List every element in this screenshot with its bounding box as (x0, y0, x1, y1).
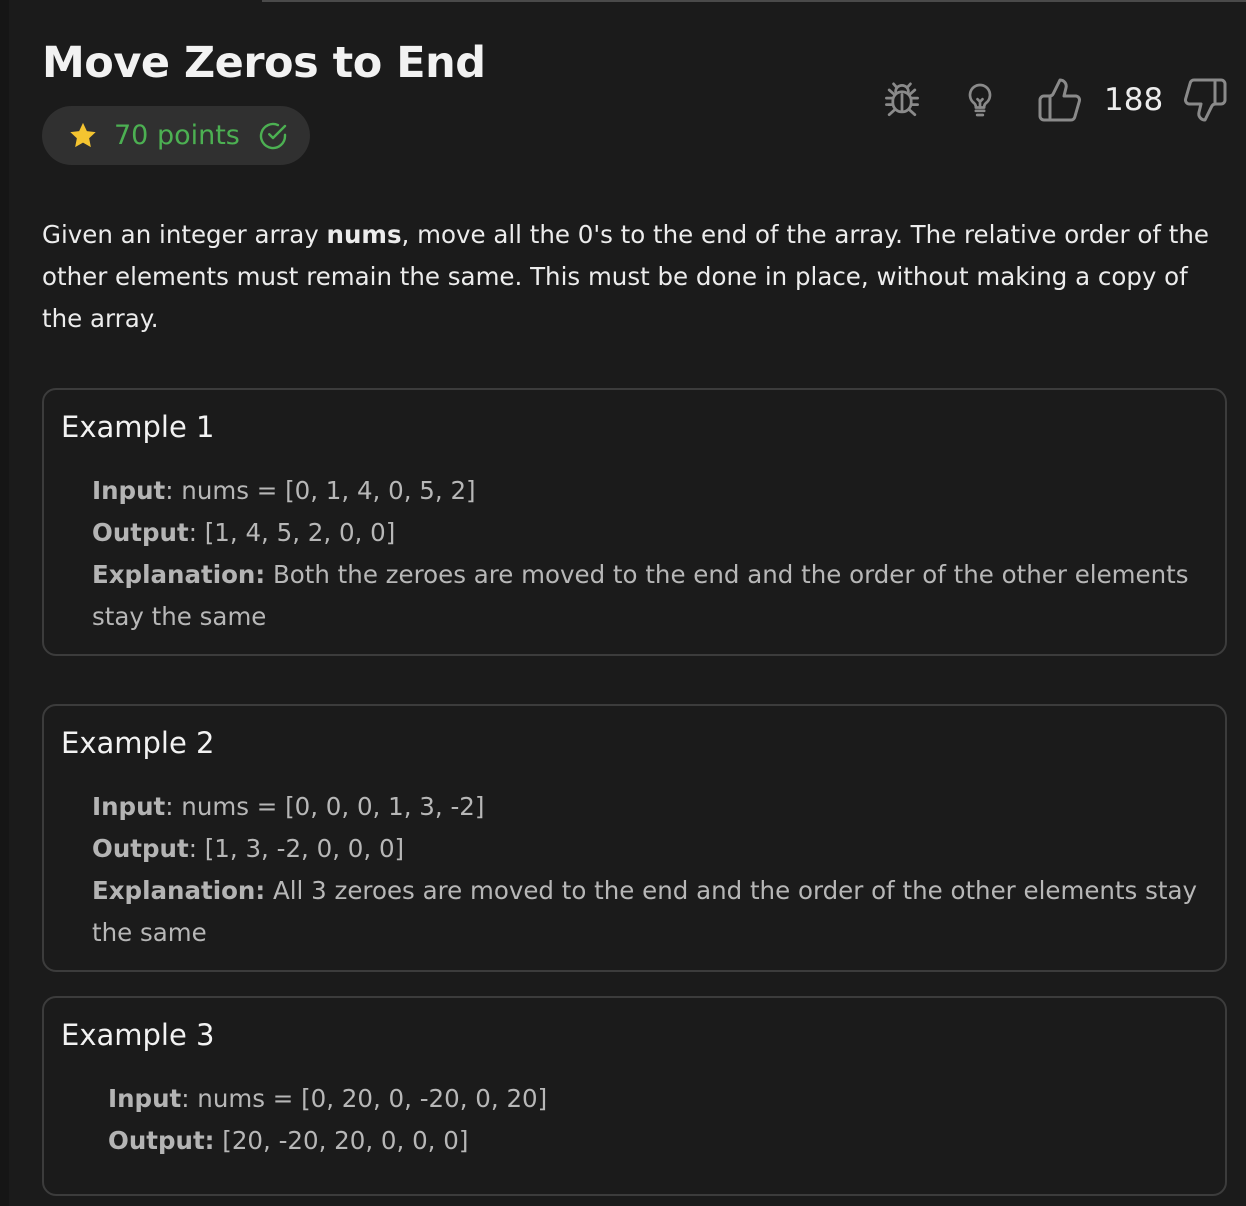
example-output: Output: [20, -20, 20, 0, 0, 0] (108, 1120, 1218, 1162)
example-body: Input: nums = [0, 20, 0, -20, 0, 20] Out… (108, 1078, 1218, 1162)
output-label: Output: (108, 1126, 215, 1155)
description-keyword: nums (326, 220, 402, 249)
thumbs-down-icon (1184, 78, 1227, 122)
dislike-button[interactable] (1180, 76, 1230, 124)
input-label: Input (92, 476, 166, 505)
lightbulb-icon (968, 83, 992, 117)
input-value: : nums = [0, 20, 0, -20, 0, 20] (181, 1084, 548, 1113)
example-card: Example 3 Input: nums = [0, 20, 0, -20, … (42, 996, 1227, 1196)
example-body: Input: nums = [0, 1, 4, 0, 5, 2] Output:… (92, 470, 1202, 638)
example-input: Input: nums = [0, 0, 0, 1, 3, -2] (92, 786, 1202, 828)
output-value: : [1, 3, -2, 0, 0, 0] (188, 834, 405, 863)
bug-icon (885, 82, 919, 117)
problem-actions (0, 76, 1246, 126)
input-label: Input (92, 792, 166, 821)
report-bug-button[interactable] (878, 76, 926, 124)
input-value: : nums = [0, 1, 4, 0, 5, 2] (165, 476, 476, 505)
example-explanation: Explanation: Both the zeroes are moved t… (92, 554, 1202, 638)
input-value: : nums = [0, 0, 0, 1, 3, -2] (165, 792, 485, 821)
example-input: Input: nums = [0, 1, 4, 0, 5, 2] (92, 470, 1202, 512)
like-count: 188 (1104, 82, 1164, 118)
output-label: Output (92, 834, 189, 863)
left-edge-panel (0, 0, 9, 1206)
hint-button[interactable] (957, 76, 1003, 124)
example-input: Input: nums = [0, 20, 0, -20, 0, 20] (108, 1078, 1218, 1120)
example-title: Example 3 (61, 1018, 215, 1052)
explanation-label: Explanation: (92, 560, 266, 589)
example-body: Input: nums = [0, 0, 0, 1, 3, -2] Output… (92, 786, 1202, 954)
example-output: Output: [1, 3, -2, 0, 0, 0] (92, 828, 1202, 870)
example-explanation: Explanation: All 3 zeroes are moved to t… (92, 870, 1202, 954)
output-label: Output (92, 518, 189, 547)
example-card: Example 1 Input: nums = [0, 1, 4, 0, 5, … (42, 388, 1227, 656)
example-card: Example 2 Input: nums = [0, 0, 0, 1, 3, … (42, 704, 1227, 972)
example-output: Output: [1, 4, 5, 2, 0, 0] (92, 512, 1202, 554)
example-title: Example 1 (61, 410, 215, 444)
output-value: [20, -20, 20, 0, 0, 0] (214, 1126, 469, 1155)
thumbs-up-icon (1038, 78, 1081, 122)
example-title: Example 2 (61, 726, 215, 760)
explanation-label: Explanation: (92, 876, 266, 905)
problem-description: Given an integer array nums, move all th… (42, 214, 1222, 340)
top-divider (262, 0, 1246, 2)
description-text: Given an integer array (42, 220, 327, 249)
output-value: : [1, 4, 5, 2, 0, 0] (188, 518, 396, 547)
input-label: Input (108, 1084, 182, 1113)
like-button[interactable] (1034, 76, 1086, 124)
